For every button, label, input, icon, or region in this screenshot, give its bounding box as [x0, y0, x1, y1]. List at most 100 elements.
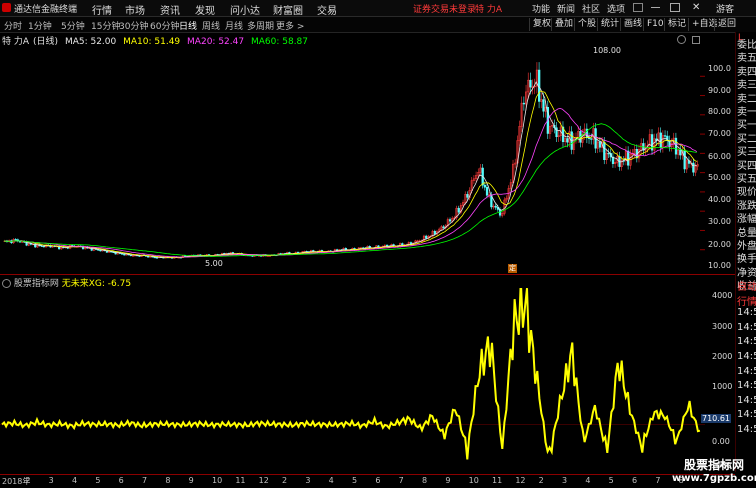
menu-item-news[interactable]: 资讯 — [160, 2, 180, 17]
login-status[interactable]: 证券交易未登录 — [413, 2, 476, 15]
sub-y-tick-4000: 4000 — [712, 291, 733, 300]
candle — [14, 239, 17, 241]
date-tick-23: 2 — [538, 476, 544, 485]
candle — [603, 141, 606, 160]
close-icon[interactable]: ✕ — [692, 2, 700, 13]
date-tick-25: 4 — [585, 476, 591, 485]
candle — [485, 186, 489, 196]
menu-item-wealth[interactable]: 财富圈 — [273, 2, 303, 17]
overlay-button[interactable]: 叠加 — [551, 18, 576, 31]
sub-y-tick-0: 0.00 — [712, 437, 730, 446]
date-tick-4: 5 — [95, 476, 101, 485]
date-tick-1: 2 — [25, 476, 31, 485]
menu-item-quotes[interactable]: 行情 — [92, 2, 112, 17]
date-tick-10: 11 — [235, 476, 246, 485]
candle — [627, 150, 630, 166]
date-tick-16: 6 — [375, 476, 381, 485]
kline-chart[interactable] — [0, 47, 705, 273]
sub-y-tick-2000: 2000 — [712, 352, 733, 361]
minimize-icon[interactable] — [651, 7, 660, 8]
draw-line-button[interactable]: 画线 — [620, 18, 645, 31]
period-tab-more[interactable]: 更多 > — [276, 19, 304, 32]
maximize-icon[interactable] — [670, 3, 680, 12]
ma-line-ma20 — [3, 107, 698, 258]
ma-line-ma10 — [3, 90, 697, 258]
candle — [590, 138, 593, 140]
sub-y-tick-3000: 3000 — [712, 322, 733, 331]
crosshair-value-tag: 710.61 — [701, 414, 731, 423]
ma20-label: MA20: 52.47 — [187, 37, 245, 47]
back-button[interactable]: 返回 — [714, 18, 739, 31]
chart-settings-icon[interactable] — [677, 35, 686, 44]
date-axis — [0, 474, 735, 488]
menu-item-trade[interactable]: 交易 — [317, 2, 337, 17]
ma-info-line: 特 力A (日线) MA5: 52.00 MA10: 51.49 MA20: 52… — [0, 34, 312, 47]
ma-line-ma60 — [3, 123, 697, 257]
period-tab-intraday[interactable]: 分时 — [4, 19, 22, 32]
indicator-chart[interactable] — [0, 288, 705, 473]
date-tick-9: 10 — [212, 476, 223, 485]
menu-item-function[interactable]: 功能 — [532, 2, 550, 15]
candle — [555, 127, 558, 138]
side-bottom-label-3: 14:5 — [737, 321, 756, 333]
side-bottom-label-0: 自动 — [737, 282, 756, 293]
y-tick-50: 50.00 — [708, 173, 731, 182]
side-bottom-label-5: 14:5 — [737, 351, 756, 362]
event-marker[interactable]: 定 — [508, 264, 517, 273]
menu-item-market[interactable]: 市场 — [125, 2, 145, 17]
y-tick-40: 40.00 — [708, 195, 731, 204]
indicator-header: 股票指标网 无未来XG: -6.75 — [0, 276, 131, 289]
menu-item-community[interactable]: 社区 — [582, 2, 600, 15]
app-title: 通达信金融终端 — [14, 5, 78, 15]
period-tab-weekly[interactable]: 周线 — [202, 19, 220, 32]
period-tab-15min[interactable]: 15分钟 — [91, 19, 120, 32]
candle — [522, 102, 526, 105]
side-bottom-label-4: 14:5 — [737, 336, 756, 348]
app-logo-icon — [2, 3, 11, 12]
candle — [542, 99, 545, 112]
indicator-settings-icon[interactable] — [2, 279, 11, 288]
date-tick-22: 12 — [515, 476, 526, 485]
period-tab-monthly[interactable]: 月线 — [225, 19, 243, 32]
user-guest[interactable]: 游客 — [716, 2, 734, 15]
date-tick-8: 9 — [188, 476, 194, 485]
menu-item-ask[interactable]: 问小达 — [230, 2, 260, 17]
date-tick-13: 3 — [305, 476, 311, 485]
candle — [155, 257, 159, 259]
menu-item-newsfeed[interactable]: 新闻 — [557, 2, 575, 15]
candle — [466, 194, 469, 198]
watermark-url: www.7gpzb.com — [672, 473, 756, 484]
period-tab-5min[interactable]: 5分钟 — [61, 19, 85, 32]
panel-divider[interactable] — [0, 274, 735, 275]
period-label: (日线) — [33, 37, 59, 47]
date-tick-24: 3 — [562, 476, 568, 485]
candle — [664, 135, 667, 137]
indicator-line-xg — [1, 288, 701, 460]
period-tab-1min[interactable]: 1分钟 — [28, 19, 52, 32]
period-tab-30min[interactable]: 30分钟 — [119, 19, 148, 32]
watermark: 股票指标网 www.7gpzb.com — [672, 456, 756, 487]
date-tick-7: 8 — [165, 476, 171, 485]
date-tick-21: 11 — [492, 476, 503, 485]
date-tick-19: 9 — [445, 476, 451, 485]
chart-expand-icon[interactable] — [692, 36, 700, 44]
candle — [692, 162, 695, 173]
mark-button[interactable]: 标记 — [664, 18, 689, 31]
side-bottom-label-10: 14:5 — [737, 424, 756, 435]
stock-button[interactable]: 个股 — [574, 18, 599, 31]
date-tick-26: 5 — [608, 476, 614, 485]
menu-item-options[interactable]: 选项 — [607, 2, 625, 15]
period-tab-60min[interactable]: 60分钟 — [150, 19, 179, 32]
window-restore-icon[interactable] — [633, 3, 643, 12]
candle — [448, 219, 452, 222]
period-tab-daily[interactable]: 日线 — [179, 19, 197, 32]
menu-item-discover[interactable]: 发现 — [195, 2, 215, 17]
y-tick-20: 20.00 — [708, 240, 731, 249]
stats-button[interactable]: 统计 — [597, 18, 622, 31]
date-tick-15: 5 — [352, 476, 358, 485]
sub-y-tick-1000: 1000 — [712, 382, 733, 391]
date-tick-2: 3 — [48, 476, 54, 485]
ma5-label: MA5: 52.00 — [64, 37, 117, 47]
stock-name: 特 力A — [2, 37, 30, 47]
period-tab-multi[interactable]: 多周期 — [247, 19, 274, 32]
